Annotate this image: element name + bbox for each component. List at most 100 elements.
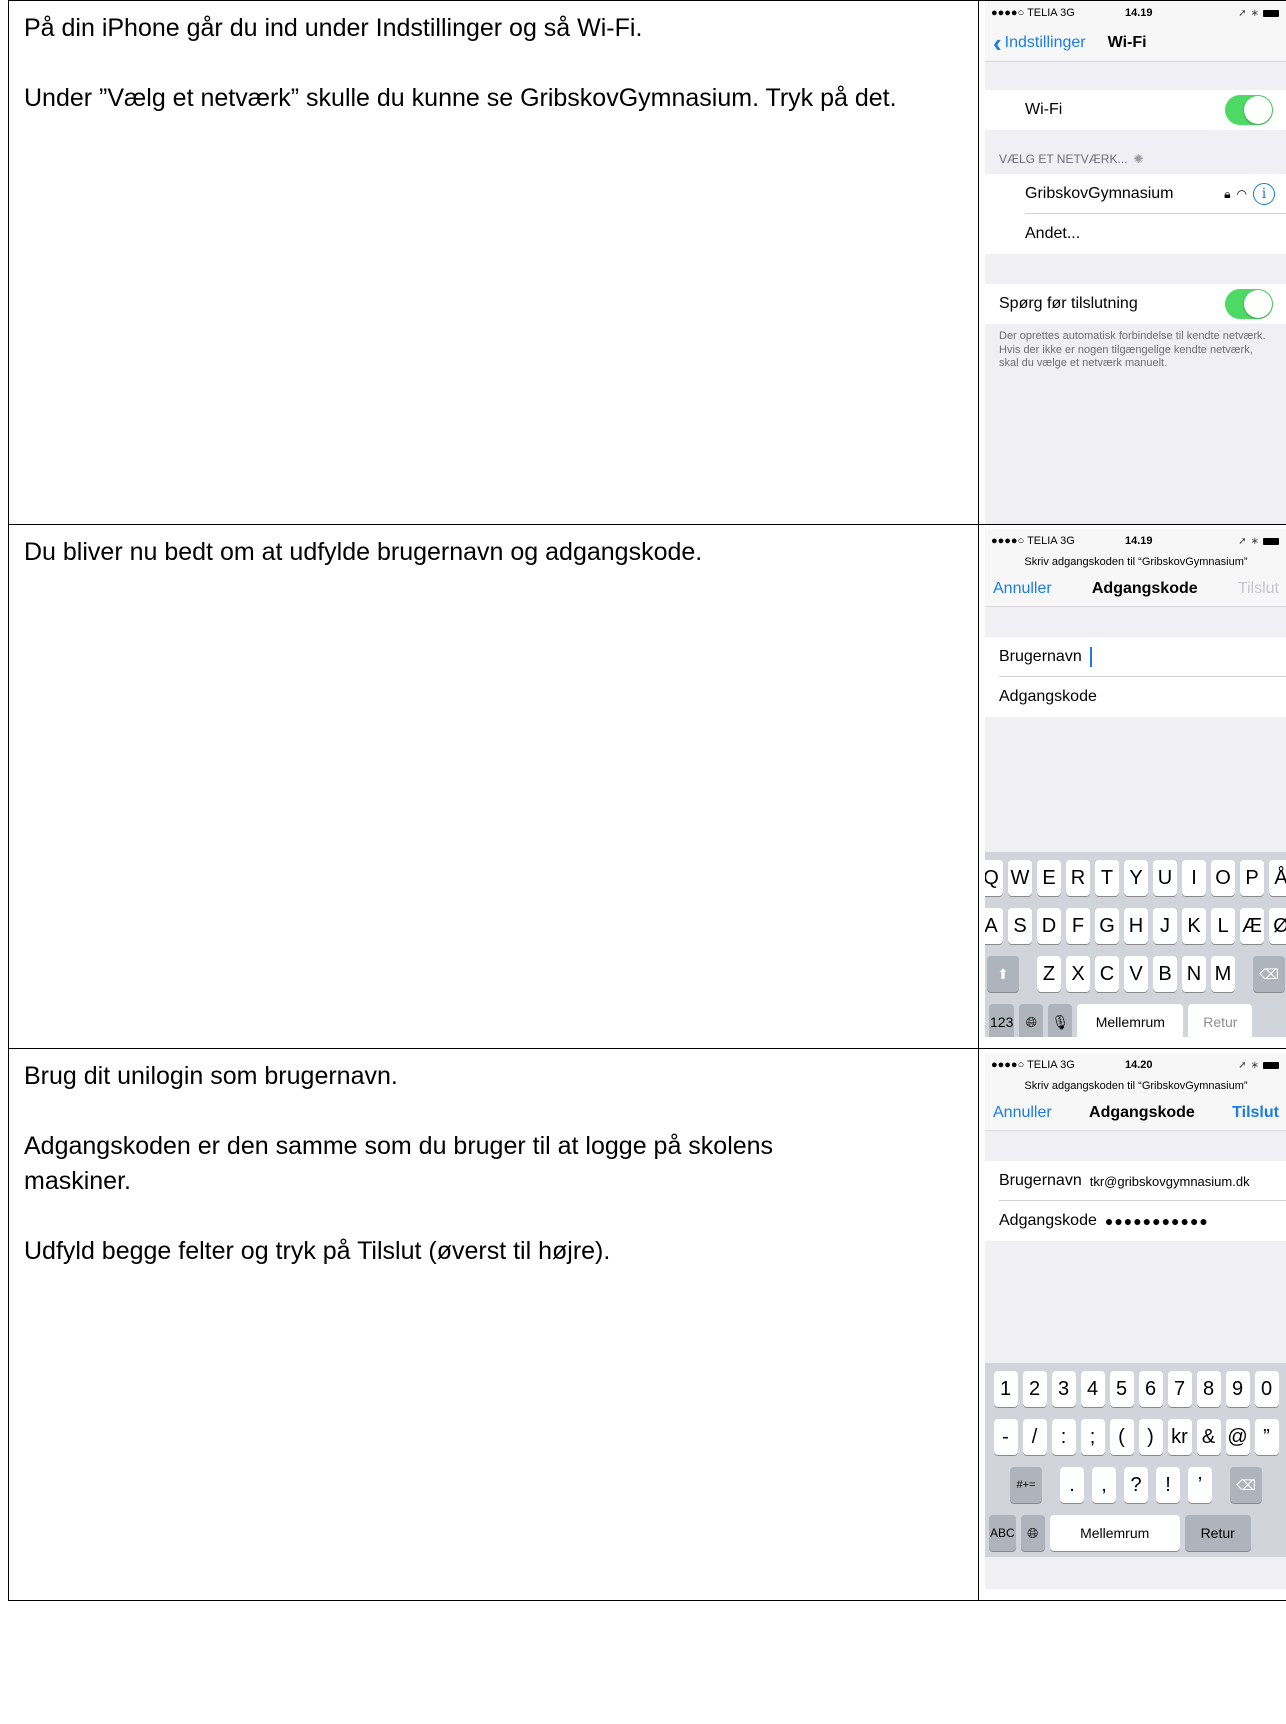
keyboard-key[interactable]: 8 — [1196, 1371, 1221, 1407]
keyboard-key[interactable]: - — [993, 1419, 1018, 1455]
shift-key[interactable]: ⬆ — [987, 956, 1019, 992]
keyboard-key[interactable]: , — [1092, 1467, 1116, 1503]
return-key[interactable]: Retur — [1188, 1004, 1253, 1037]
paragraph: Du bliver nu bedt om at udfylde brugerna… — [24, 538, 703, 566]
space-key[interactable]: Mellemrum — [1049, 1515, 1180, 1551]
keyboard-key[interactable]: C — [1095, 956, 1119, 992]
keyboard-key[interactable]: kr — [1167, 1419, 1192, 1455]
keyboard-key[interactable]: ? — [1124, 1467, 1148, 1503]
keyboard-key[interactable]: M — [1211, 956, 1235, 992]
keyboard-key[interactable]: U — [1153, 860, 1177, 896]
keyboard-key[interactable]: Ø — [1269, 908, 1286, 944]
ask-toggle[interactable] — [1225, 289, 1273, 319]
keyboard-key[interactable]: O — [1211, 860, 1235, 896]
keyboard-key[interactable]: 4 — [1080, 1371, 1105, 1407]
iphone-login-screenshot: ●●●●○ TELIA 3G 14.19 ➚ ∗ Skriv adgangskod… — [985, 529, 1286, 1037]
abc-key[interactable]: ABC — [989, 1515, 1016, 1551]
backspace-key[interactable]: ⌫ — [1230, 1467, 1262, 1503]
keyboard-key[interactable]: 7 — [1167, 1371, 1192, 1407]
keyboard-key[interactable]: 9 — [1225, 1371, 1250, 1407]
keyboard-key[interactable]: N — [1182, 956, 1206, 992]
password-label: Adgangskode — [999, 688, 1097, 705]
keyboard-key[interactable]: E — [1037, 860, 1061, 896]
keyboard-key[interactable]: L — [1211, 908, 1235, 944]
keyboard-key[interactable]: B — [1153, 956, 1177, 992]
connect-button[interactable]: Tilslut — [1238, 580, 1279, 598]
other-label: Andet... — [1025, 225, 1081, 242]
password-field[interactable]: Adgangskode — [985, 677, 1286, 717]
keyboard-key[interactable]: Y — [1124, 860, 1148, 896]
cancel-button[interactable]: Annuller — [993, 580, 1052, 598]
keyboard-key[interactable]: S — [1008, 908, 1032, 944]
keyboard-key[interactable]: J — [1153, 908, 1177, 944]
keyboard-key[interactable]: H — [1124, 908, 1148, 944]
keyboard-key[interactable]: X — [1066, 956, 1090, 992]
keyboard-key[interactable]: Å — [1269, 860, 1286, 896]
keyboard-key[interactable]: ! — [1156, 1467, 1180, 1503]
numbers-key[interactable]: 123 — [989, 1004, 1015, 1037]
globe-icon[interactable]: 🌐︎ — [1019, 1004, 1044, 1037]
keyboard-key[interactable]: ” — [1254, 1419, 1279, 1455]
username-field[interactable]: Brugernavn tkr@gribskovgymnasium.dk — [985, 1161, 1286, 1201]
battery-icon — [1263, 1061, 1279, 1069]
info-icon[interactable]: i — [1253, 183, 1275, 205]
back-button[interactable]: ‹ Indstillinger — [985, 30, 1086, 56]
keyboard-key[interactable]: G — [1095, 908, 1119, 944]
globe-icon[interactable]: 🌐︎ — [1020, 1515, 1045, 1551]
username-label: Brugernavn — [999, 1172, 1082, 1189]
keyboard-key[interactable]: D — [1037, 908, 1061, 944]
keyboard-key[interactable]: ’ — [1188, 1467, 1212, 1503]
keyboard-key[interactable]: 5 — [1109, 1371, 1134, 1407]
keyboard-key[interactable]: ( — [1109, 1419, 1134, 1455]
keyboard-key[interactable]: T — [1095, 860, 1119, 896]
keyboard-key[interactable]: : — [1051, 1419, 1076, 1455]
keyboard-key[interactable]: & — [1196, 1419, 1221, 1455]
backspace-key[interactable]: ⌫ — [1253, 956, 1285, 992]
keyboard-key[interactable]: ) — [1138, 1419, 1163, 1455]
keyboard-key[interactable]: A — [985, 908, 1003, 944]
connect-button[interactable]: Tilslut — [1232, 1104, 1279, 1122]
wifi-toggle[interactable] — [1225, 95, 1273, 125]
keyboard-key[interactable]: Z — [1037, 956, 1061, 992]
location-icon: ➚ — [1238, 535, 1247, 547]
keyboard-key[interactable]: W — [1008, 860, 1032, 896]
network-row[interactable]: GribskovGymnasium 🔒︎ ◠ i — [985, 174, 1286, 214]
keyboard-key[interactable]: 3 — [1051, 1371, 1076, 1407]
keyboard-row: ASDFGHJKLÆØ — [985, 908, 1286, 944]
keyboard-key[interactable]: 0 — [1254, 1371, 1279, 1407]
other-network-row[interactable]: Andet... — [985, 214, 1286, 254]
keyboard-key[interactable]: F — [1066, 908, 1090, 944]
keyboard-key[interactable]: R — [1066, 860, 1090, 896]
keyboard-key[interactable]: V — [1124, 956, 1148, 992]
microphone-icon[interactable]: 🎙︎ — [1048, 1004, 1073, 1037]
status-bar: ●●●●○ TELIA 3G 14.19 ➚ ∗ — [985, 1, 1286, 25]
keyboard-key[interactable]: Q — [985, 860, 1003, 896]
paragraph: Adgangskoden er den samme som du bruger … — [24, 1132, 774, 1195]
keyboard-key[interactable]: . — [1060, 1467, 1084, 1503]
password-label: Adgangskode — [999, 1212, 1097, 1229]
keyboard-key[interactable]: I — [1182, 860, 1206, 896]
keyboard-key[interactable]: Æ — [1240, 908, 1264, 944]
cancel-button[interactable]: Annuller — [993, 1104, 1052, 1122]
return-key[interactable]: Retur — [1184, 1515, 1251, 1551]
instruction-table: På din iPhone går du ind under Indstilli… — [8, 0, 1286, 1601]
keyboard: QWERTYUIOPÅ ASDFGHJKLÆØ ⬆ ZXCVBNM ⌫ 123 … — [985, 852, 1286, 1037]
text-cursor — [1089, 647, 1092, 667]
symbols-key[interactable]: #+= — [1010, 1467, 1042, 1503]
keyboard-key[interactable]: 2 — [1022, 1371, 1047, 1407]
bluetooth-icon: ∗ — [1250, 7, 1259, 19]
keyboard-key[interactable]: / — [1022, 1419, 1047, 1455]
space-key[interactable]: Mellemrum — [1077, 1004, 1184, 1037]
password-field[interactable]: Adgangskode ●●●●●●●●●●● — [985, 1201, 1286, 1241]
keyboard-key[interactable]: @ — [1225, 1419, 1250, 1455]
keyboard-key[interactable]: P — [1240, 860, 1264, 896]
image-cell: ●●●●○ TELIA 3G 14.19 ➚ ∗ Skriv adgangskod… — [978, 524, 1286, 1049]
keyboard-key[interactable]: 6 — [1138, 1371, 1163, 1407]
paragraph: Udfyld begge felter og tryk på Tilslut (… — [24, 1237, 611, 1265]
keyboard-key[interactable]: K — [1182, 908, 1206, 944]
paragraph: Under ”Vælg et netværk” skulle du kunne … — [24, 84, 897, 112]
section-header-label: VÆLG ET NETVÆRK... — [999, 152, 1128, 166]
keyboard-key[interactable]: ; — [1080, 1419, 1105, 1455]
username-field[interactable]: Brugernavn — [985, 637, 1286, 677]
keyboard-key[interactable]: 1 — [993, 1371, 1018, 1407]
